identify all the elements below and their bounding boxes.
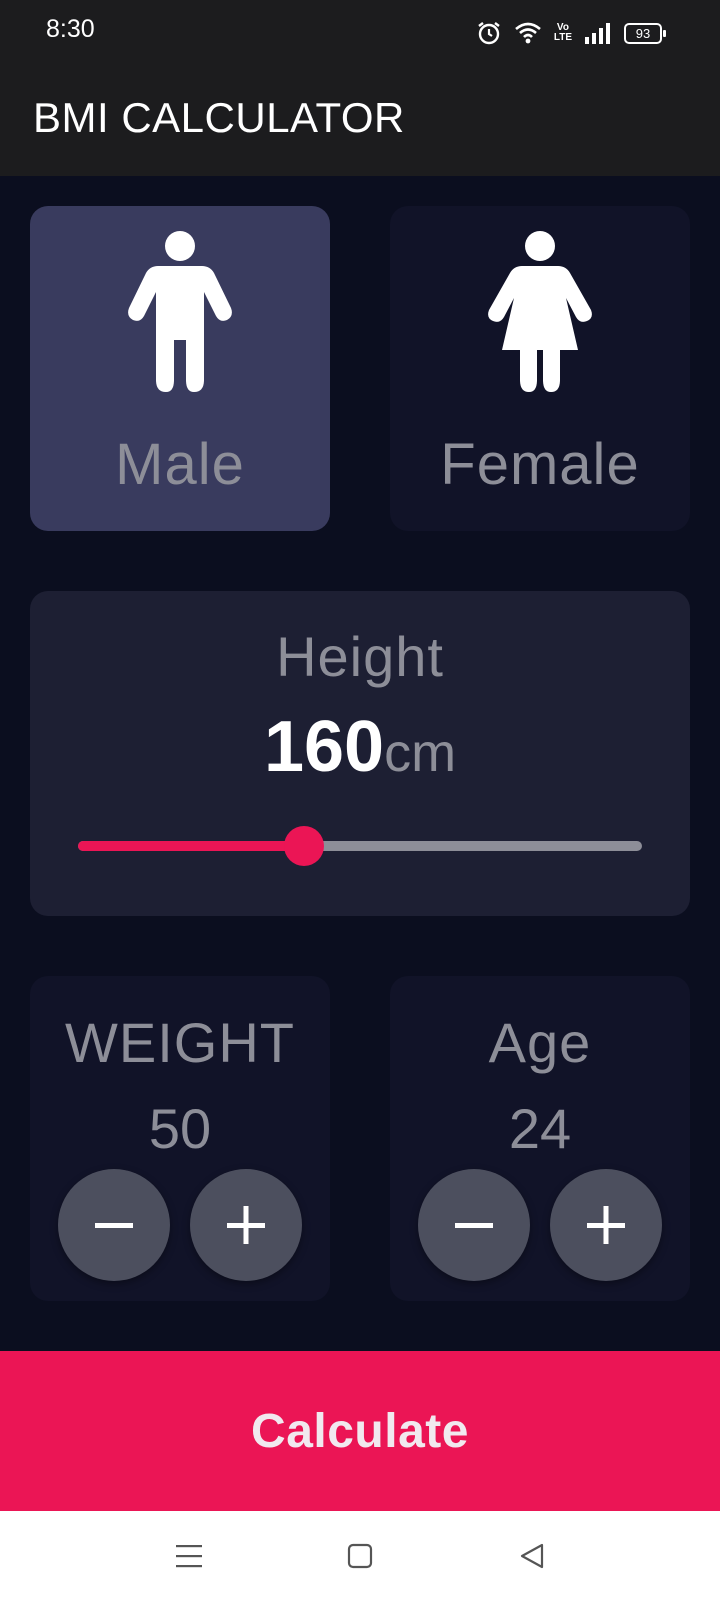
- minus-icon: [455, 1223, 493, 1228]
- app-title: BMI CALCULATOR: [33, 94, 405, 141]
- age-value: 24: [508, 1097, 572, 1160]
- wifi-icon: [515, 22, 541, 44]
- female-card[interactable]: Female: [390, 206, 690, 531]
- weight-decrement-button[interactable]: [58, 1169, 170, 1281]
- signal-icon: [585, 23, 610, 44]
- minus-icon: [95, 1223, 133, 1228]
- height-slider-fill: [78, 841, 304, 851]
- age-label: Age: [488, 1011, 592, 1074]
- weight-card: WEIGHT 50: [30, 976, 330, 1301]
- height-label: Height: [276, 625, 444, 688]
- height-unit: cm: [384, 723, 457, 783]
- male-card[interactable]: Male: [30, 206, 330, 531]
- plus-icon: [227, 1206, 265, 1244]
- female-icon: [488, 231, 592, 392]
- male-icon: [128, 231, 232, 392]
- weight-increment-button[interactable]: [190, 1169, 302, 1281]
- plus-icon: [587, 1206, 625, 1244]
- menu-icon[interactable]: [175, 1542, 203, 1570]
- home-square-icon[interactable]: [347, 1542, 373, 1570]
- height-slider-thumb[interactable]: [283, 826, 324, 866]
- height-value: 160cm: [30, 706, 690, 788]
- weight-value: 50: [148, 1097, 212, 1160]
- age-decrement-button[interactable]: [418, 1169, 530, 1281]
- battery-icon: 93: [624, 22, 666, 44]
- status-icons: Vo LTE 93: [476, 20, 666, 46]
- back-triangle-icon[interactable]: [518, 1542, 546, 1570]
- status-time: 8:30: [46, 15, 95, 43]
- alarm-icon: [478, 22, 500, 45]
- calculate-label: Calculate: [251, 1404, 469, 1458]
- weight-label: WEIGHT: [65, 1011, 295, 1074]
- male-label: Male: [115, 432, 245, 497]
- battery-level: 93: [635, 25, 651, 41]
- age-card: Age 24: [390, 976, 690, 1301]
- height-number: 160: [263, 707, 385, 787]
- system-nav-bar: [0, 1511, 720, 1600]
- age-increment-button[interactable]: [550, 1169, 662, 1281]
- volte-icon: Vo LTE: [553, 22, 572, 43]
- calculate-button[interactable]: Calculate: [0, 1351, 720, 1511]
- female-label: Female: [440, 432, 640, 497]
